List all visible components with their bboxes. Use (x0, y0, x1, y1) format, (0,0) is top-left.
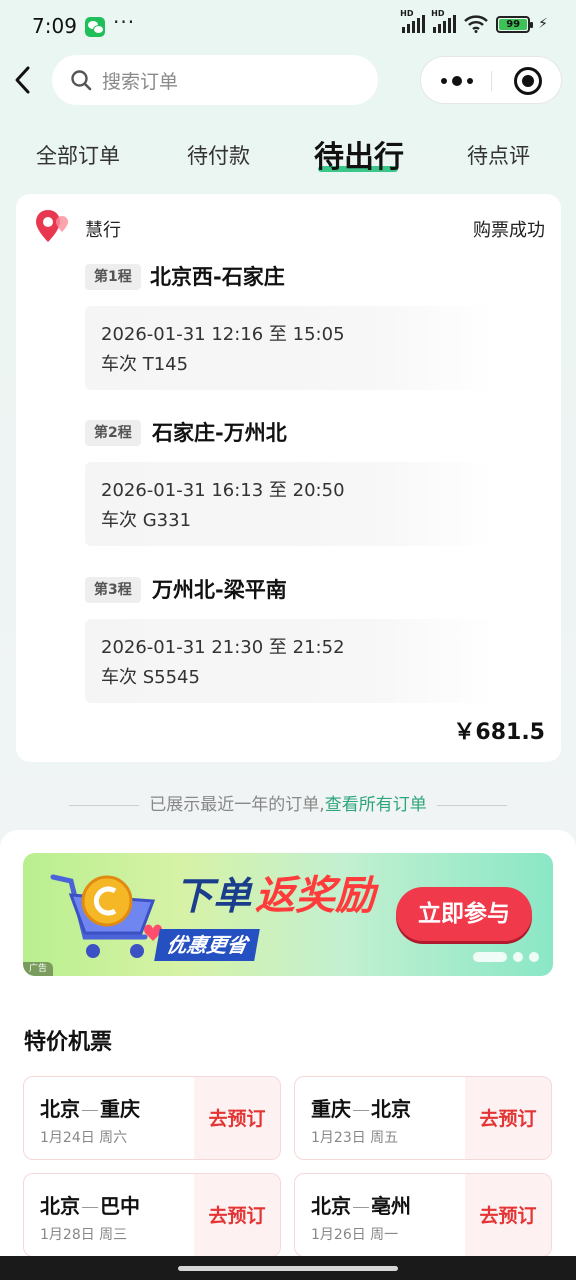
carousel-dots[interactable] (473, 952, 539, 962)
leg-route: 万州北-梁平南 (152, 578, 287, 602)
book-button[interactable]: 去预订 (465, 1077, 551, 1159)
promo-banner[interactable]: 下单 返奖励 优惠更省 立即参与 广告 (23, 853, 553, 976)
wechat-notification-icon (85, 17, 105, 37)
status-bar: 7:09 ··· HD HD 99 ⚡ (0, 0, 576, 52)
search-input[interactable]: 搜索订单 (52, 55, 378, 105)
divider-line (436, 804, 507, 806)
leg-tag: 第3程 (85, 577, 141, 603)
cheap-flights-title: 特价机票 (24, 1030, 113, 1055)
leg-train-number: 车次 S5545 (101, 667, 200, 688)
leg-tag: 第1程 (85, 264, 141, 290)
tab-pending-payment[interactable]: 待付款 (187, 140, 250, 170)
battery-icon: 99 (496, 15, 534, 33)
flight-deal-card[interactable]: 北京 亳州 1月26日 周一 去预订 (294, 1173, 552, 1257)
ad-label: 广告 (23, 962, 54, 976)
leg-tag: 第2程 (85, 420, 141, 446)
deal-route: 北京 重庆 (40, 1093, 140, 1122)
search-icon (71, 70, 92, 91)
list-note-text: 已展示最近一年的订单, (149, 795, 325, 815)
leg-route: 石家庄-万州北 (152, 421, 287, 445)
deal-origin: 北京 (311, 1194, 351, 1218)
leg-detail: 2026-01-31 16:13 至 20:50 车次 G331 (85, 462, 495, 546)
view-all-orders-link[interactable]: 查看所有订单 (325, 795, 427, 815)
vendor-name: 慧行 (85, 220, 121, 241)
deal-route: 北京 亳州 (311, 1190, 411, 1219)
flight-deal-card[interactable]: 北京 重庆 1月24日 周六 去预订 (23, 1076, 281, 1160)
more-options-icon[interactable] (441, 71, 473, 91)
tab-all-orders[interactable]: 全部订单 (36, 140, 120, 170)
banner-subtitle: 优惠更省 (154, 929, 260, 961)
leg-time: 2026-01-31 21:30 至 21:52 (101, 637, 345, 658)
leg-detail: 2026-01-31 21:30 至 21:52 车次 S5545 (85, 619, 495, 703)
deal-date: 1月24日 周六 (40, 1130, 128, 1146)
deal-date: 1月23日 周五 (311, 1130, 399, 1146)
tab-pending-travel[interactable]: 待出行 (314, 132, 404, 176)
shopping-cart-icon (50, 874, 162, 958)
book-button[interactable]: 去预订 (194, 1077, 280, 1159)
wifi-icon (464, 15, 488, 33)
deal-origin: 北京 (40, 1097, 80, 1121)
flight-deal-card[interactable]: 北京 巴中 1月28日 周三 去预订 (23, 1173, 281, 1257)
back-arrow-icon[interactable] (10, 62, 40, 98)
banner-title-part-2: 返奖励 (255, 873, 375, 919)
leg-time: 2026-01-31 12:16 至 15:05 (101, 324, 345, 345)
banner-title-part-1: 下单 (175, 874, 252, 918)
deal-route: 北京 巴中 (40, 1190, 140, 1219)
leg-train-number: 车次 T145 (101, 354, 189, 375)
navigation-bar (0, 1256, 576, 1280)
order-list-note: 已展示最近一年的订单,查看所有订单 (0, 790, 576, 815)
search-placeholder: 搜索订单 (102, 70, 179, 93)
leg-detail: 2026-01-31 12:16 至 15:05 车次 T145 (85, 306, 495, 390)
capsule-divider (491, 71, 492, 91)
tab-pending-review[interactable]: 待点评 (467, 140, 530, 170)
deal-destination: 重庆 (100, 1097, 140, 1121)
vendor-logo-icon (36, 210, 68, 242)
deal-route: 重庆 北京 (311, 1093, 411, 1122)
promotions-section: 下单 返奖励 优惠更省 立即参与 广告 特价机票 北京 重庆 1月24日 周六 去… (0, 830, 576, 1280)
charging-icon: ⚡ (538, 16, 548, 32)
book-button[interactable]: 去预订 (194, 1174, 280, 1256)
leg-time: 2026-01-31 16:13 至 20:50 (101, 480, 345, 501)
book-button[interactable]: 去预订 (465, 1174, 551, 1256)
status-indicators: HD HD 99 ⚡ (400, 9, 548, 33)
order-price: ￥681.5 (453, 720, 545, 745)
join-now-button[interactable]: 立即参与 (396, 887, 532, 941)
divider-line (69, 804, 140, 806)
order-tabs: 全部订单 待付款 待出行 待点评 (0, 130, 576, 180)
deal-destination: 巴中 (100, 1194, 140, 1218)
home-indicator[interactable] (178, 1266, 398, 1271)
deal-destination: 亳州 (371, 1194, 411, 1218)
battery-level: 99 (499, 18, 528, 30)
deal-date: 1月28日 周三 (40, 1227, 128, 1243)
order-status: 购票成功 (473, 220, 545, 241)
flight-deal-card[interactable]: 重庆 北京 1月23日 周五 去预订 (294, 1076, 552, 1160)
deal-destination: 北京 (371, 1097, 411, 1121)
leg-train-number: 车次 G331 (101, 510, 192, 531)
deal-origin: 重庆 (311, 1097, 351, 1121)
status-time: 7:09 (32, 14, 77, 38)
deal-date: 1月26日 周一 (311, 1227, 399, 1243)
signal-icon-2: HD (431, 9, 457, 33)
close-mini-program-icon[interactable] (514, 67, 542, 95)
leg-route: 北京西-石家庄 (150, 265, 285, 289)
signal-icon: HD (400, 9, 426, 33)
mini-program-capsule (420, 56, 562, 104)
more-notifications-icon: ··· (113, 10, 136, 34)
deal-origin: 北京 (40, 1194, 80, 1218)
order-card[interactable]: 慧行 购票成功 第1程 北京西-石家庄 2026-01-31 12:16 至 1… (16, 194, 561, 762)
